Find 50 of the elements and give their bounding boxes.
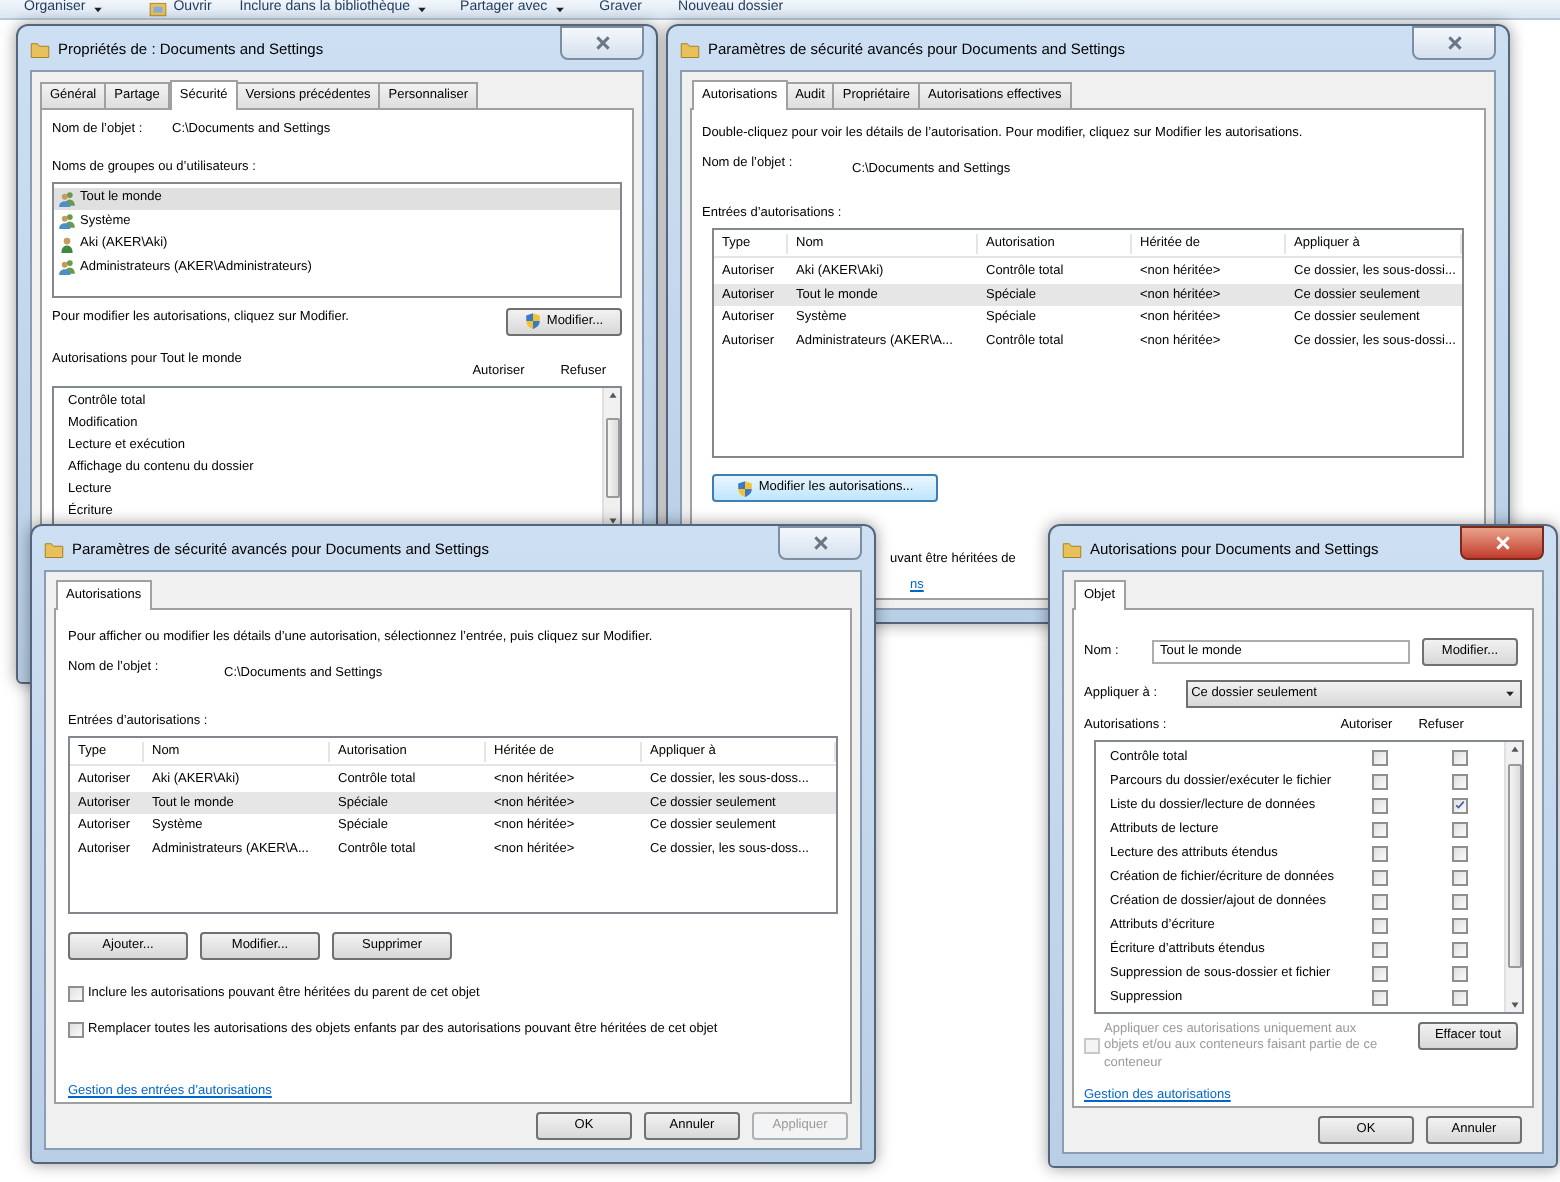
checkbox[interactable]: [1452, 845, 1468, 862]
checkbox[interactable]: [1452, 941, 1468, 958]
checkbox[interactable]: [1372, 749, 1388, 766]
checkbox[interactable]: [1372, 845, 1388, 862]
checkbox[interactable]: [1372, 941, 1388, 958]
checkbox[interactable]: [1372, 965, 1388, 982]
caret-icon: [553, 3, 566, 15]
user-icon: [58, 235, 76, 254]
checkbox[interactable]: [1372, 821, 1388, 838]
close-icon: [1493, 534, 1511, 552]
checkbox[interactable]: [1452, 893, 1468, 910]
checkbox[interactable]: [68, 986, 84, 1003]
close-button[interactable]: [1460, 526, 1544, 560]
close-button[interactable]: [778, 526, 862, 560]
scroll-up-icon: [605, 388, 619, 403]
scroll-down-icon: [605, 514, 619, 529]
checkbox[interactable]: [1372, 869, 1388, 886]
users-icon: [58, 212, 76, 231]
checkbox[interactable]: [68, 1021, 84, 1038]
caret-icon: [91, 3, 104, 15]
checkbox[interactable]: [1452, 989, 1468, 1006]
close-icon: [811, 534, 829, 552]
shield-icon: [524, 312, 543, 330]
close-button[interactable]: [560, 26, 644, 60]
checkbox[interactable]: [1452, 749, 1468, 766]
checkbox[interactable]: [1372, 917, 1388, 934]
checkbox[interactable]: [1452, 869, 1468, 886]
checkbox[interactable]: [1372, 797, 1388, 814]
scrollbar[interactable]: [602, 388, 620, 529]
scroll-down-icon: [1507, 997, 1521, 1012]
close-button[interactable]: [1412, 26, 1496, 60]
users-icon: [58, 189, 76, 208]
checkbox[interactable]: [1452, 797, 1468, 814]
scroll-up-icon: [1507, 741, 1521, 756]
scrollbar-thumb[interactable]: [1507, 763, 1521, 968]
checkbox[interactable]: [1372, 989, 1388, 1006]
close-icon: [593, 34, 611, 52]
scrollbar[interactable]: [1504, 741, 1522, 1012]
users-icon: [58, 258, 76, 277]
checkbox[interactable]: [1372, 893, 1388, 910]
caret-icon: [416, 3, 429, 15]
checkbox[interactable]: [1372, 773, 1388, 790]
checkbox[interactable]: [1452, 773, 1468, 790]
checkbox[interactable]: [1452, 917, 1468, 934]
scrollbar-thumb[interactable]: [605, 418, 619, 499]
checkbox[interactable]: [1452, 821, 1468, 838]
close-icon: [1445, 34, 1463, 52]
shield-icon: [736, 479, 755, 498]
caret-icon: [1504, 688, 1516, 700]
checkbox[interactable]: [1452, 965, 1468, 982]
